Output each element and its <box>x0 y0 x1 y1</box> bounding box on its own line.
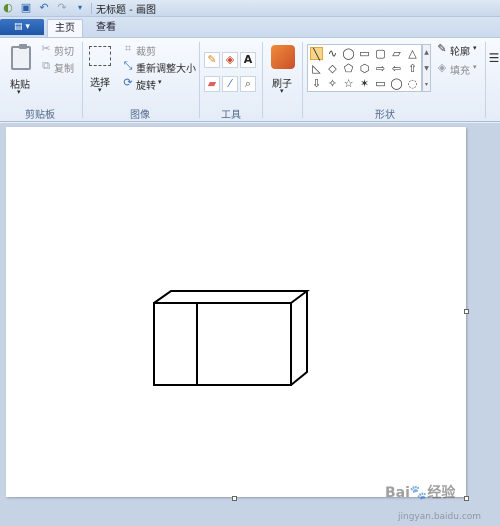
box-front-face <box>153 302 292 386</box>
chevron-down-icon[interactable]: ▾ <box>74 2 86 14</box>
chevron-down-icon[interactable]: ▾ <box>473 44 477 52</box>
outline-icon: ✎ <box>437 42 447 55</box>
magnifier-icon[interactable]: ⌕ <box>240 76 256 92</box>
crop-button[interactable]: 裁剪 <box>136 43 156 58</box>
paint-app-icon[interactable]: ◐ <box>2 2 14 14</box>
fill-icon: ◈ <box>437 61 447 74</box>
shape-option[interactable]: ⇨ <box>374 62 387 75</box>
window-title: 无标题 - 画图 <box>96 5 156 16</box>
canvas-workspace <box>0 123 500 526</box>
canvas-resize-handle-right[interactable] <box>464 309 469 314</box>
resize-icon: ⤡ <box>123 59 133 72</box>
chevron-down-icon[interactable]: ▾ <box>473 63 477 71</box>
brushes-button[interactable]: 刷子 ▾ <box>266 40 300 100</box>
rotate-button[interactable]: 旋转 <box>136 77 156 92</box>
shape-option[interactable]: ⇦ <box>390 62 403 75</box>
shape-option[interactable]: ◇ <box>326 62 339 75</box>
divider <box>302 42 303 118</box>
canvas-resize-handle-bottom[interactable] <box>232 496 237 501</box>
group-label-clipboard: 剪贴板 <box>25 110 55 121</box>
shape-option[interactable]: ✧ <box>326 77 339 90</box>
fill-bucket-icon[interactable]: ◈ <box>222 52 238 68</box>
ribbon: 粘贴 ▾ ✂ 剪切 ⧉ 复制 剪贴板 选择 ▾ ⌗ 裁剪 ⤡ 重新调整大小 ⟳ … <box>0 37 500 122</box>
shape-option[interactable]: ▢ <box>374 47 387 60</box>
watermark-logo: Bai🐾经验 <box>385 485 456 501</box>
rotate-icon: ⟳ <box>123 76 133 89</box>
size-icon[interactable]: ☰ <box>488 52 500 64</box>
resize-button[interactable]: 重新调整大小 <box>136 60 196 75</box>
shapes-gallery: ╲ ∿ ◯ ▭ ▢ ▱ △ ◺ ◇ ⬠ ⬡ ⇨ ⇦ ⇧ ⇩ ✧ ☆ ✶ ▭ ◯ ◌ <box>307 44 422 92</box>
divider <box>485 42 486 118</box>
clipboard-icon <box>11 44 31 70</box>
chevron-down-icon: ▾ <box>98 86 102 94</box>
more-icon[interactable]: ▾ <box>423 77 430 93</box>
divider <box>82 42 83 118</box>
shape-option[interactable]: ⇧ <box>406 62 419 75</box>
shape-option[interactable]: ⇩ <box>310 77 323 90</box>
group-label-image: 图像 <box>130 110 150 121</box>
crop-icon: ⌗ <box>124 42 132 55</box>
file-menu-button[interactable]: ▤ ▾ <box>0 19 44 35</box>
shape-option[interactable]: △ <box>406 47 419 60</box>
drawing-canvas[interactable] <box>6 127 466 497</box>
drawing-box-shape <box>153 290 310 386</box>
eraser-icon[interactable]: ▰ <box>204 76 220 92</box>
box-side-face <box>290 291 308 386</box>
fill-button[interactable]: 填充 <box>450 62 470 77</box>
divider <box>91 3 92 14</box>
save-icon[interactable]: ▣ <box>20 2 32 14</box>
chevron-down-icon: ▾ <box>280 87 284 95</box>
color-picker-icon[interactable]: ⁄ <box>222 76 238 92</box>
box-top-face <box>153 290 310 304</box>
chevron-down-icon[interactable]: ▼ <box>423 61 430 77</box>
outline-button[interactable]: 轮廓 <box>450 43 470 58</box>
redo-icon[interactable]: ↷ <box>56 2 68 14</box>
selection-rect-icon <box>89 46 111 66</box>
shape-option[interactable]: ╲ <box>310 47 323 61</box>
shape-option[interactable]: ▱ <box>390 47 403 60</box>
divider <box>199 42 200 118</box>
title-bar: ◐ ▣ ↶ ↷ ▾ 无标题 - 画图 <box>0 0 500 17</box>
paste-button[interactable]: 粘贴 ▾ <box>3 40 37 102</box>
shape-option[interactable]: ◺ <box>310 62 323 75</box>
group-label-shapes: 形状 <box>375 110 395 121</box>
shape-option[interactable]: ◌ <box>406 77 419 90</box>
shape-option[interactable]: ⬠ <box>342 62 355 75</box>
brush-icon <box>271 45 295 69</box>
shape-option[interactable]: ✶ <box>358 77 371 90</box>
watermark-url: jingyan.baidu.com <box>398 512 482 522</box>
shape-option[interactable]: ☆ <box>342 77 355 90</box>
pencil-icon[interactable]: ✎ <box>204 52 220 68</box>
tab-view[interactable]: 查看 <box>88 19 124 37</box>
scissors-icon: ✂ <box>41 42 51 55</box>
chevron-up-icon[interactable]: ▲ <box>423 45 430 61</box>
chevron-down-icon: ▾ <box>17 88 21 96</box>
copy-button[interactable]: 复制 <box>54 60 74 75</box>
shapes-scroller[interactable]: ▲ ▼ ▾ <box>422 44 431 92</box>
divider <box>262 42 263 118</box>
shape-option[interactable]: ∿ <box>326 47 339 60</box>
shape-option[interactable]: ◯ <box>390 77 403 90</box>
undo-icon[interactable]: ↶ <box>38 2 50 14</box>
text-tool-icon[interactable]: A <box>240 52 256 68</box>
ribbon-tabs: ▤ ▾ 主页 查看 <box>0 17 500 37</box>
shape-option[interactable]: ▭ <box>374 77 387 90</box>
copy-icon: ⧉ <box>42 59 50 72</box>
shape-option[interactable]: ⬡ <box>358 62 371 75</box>
tab-home[interactable]: 主页 <box>47 19 83 37</box>
chevron-down-icon[interactable]: ▾ <box>158 78 162 86</box>
shape-option[interactable]: ▭ <box>358 47 371 60</box>
shape-option[interactable]: ◯ <box>342 47 355 60</box>
cut-button[interactable]: 剪切 <box>54 43 74 58</box>
canvas-resize-handle-corner[interactable] <box>464 496 469 501</box>
select-button[interactable]: 选择 ▾ <box>86 42 118 100</box>
group-label-tools: 工具 <box>221 110 241 121</box>
